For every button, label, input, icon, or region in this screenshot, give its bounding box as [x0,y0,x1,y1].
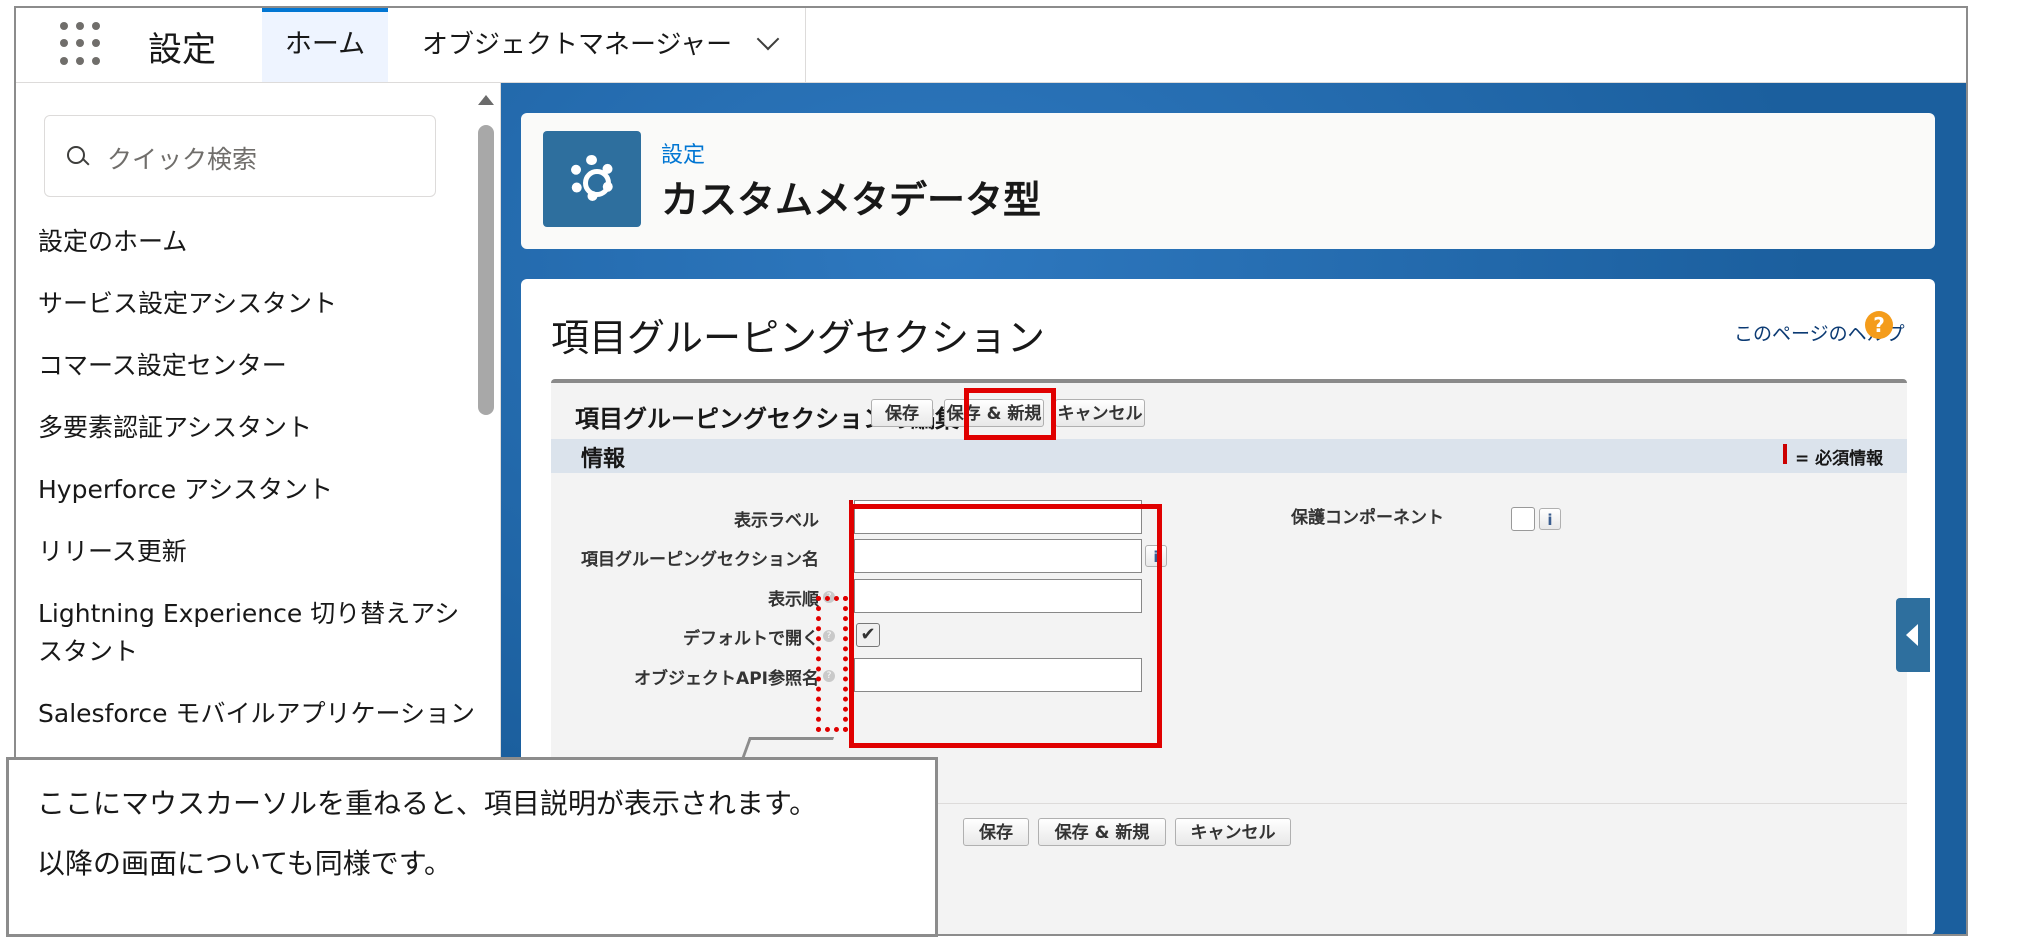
save-button-bottom[interactable]: 保存 [963,818,1029,846]
top-bar: 設定 ホーム オブジェクトマネージャー [16,8,1966,83]
collapse-panel-icon[interactable] [1896,598,1930,672]
sidebar-item-commerce-setup[interactable]: コマース設定センター [38,347,478,385]
tab-home[interactable]: ホーム [262,8,388,82]
protected-checkbox[interactable] [1511,507,1535,531]
sidebar-item-hyperforce[interactable]: Hyperforce アシスタント [38,471,478,509]
order-field-label: 表示順 [768,590,819,610]
chevron-down-icon[interactable] [756,27,780,51]
quick-search-input[interactable]: クイック検索 [44,115,436,197]
breadcrumb[interactable]: 設定 [661,137,705,169]
highlight-save-button [964,388,1056,440]
protected-field-label: 保護コンポーネント [1291,508,1444,528]
help-icon[interactable]: ? [1865,311,1893,339]
page-title: 項目グルーピングセクション [551,316,1046,360]
sidebar-nav: 設定のホーム サービス設定アシスタント コマース設定センター 多要素認証アシスタ… [38,223,478,757]
highlight-input-fields [849,504,1162,748]
section-title: 情報 [581,447,626,472]
sidebar-item-lightning-transition[interactable]: Lightning Experience 切り替えアシスタント [38,595,478,671]
section-header: 情報 = 必須情報 [551,439,1907,473]
sidebar-item-service-setup[interactable]: サービス設定アシスタント [38,285,478,323]
sidebar-item-release-updates[interactable]: リリース更新 [38,533,478,571]
highlight-hint-icons [816,596,848,732]
default-open-field-label: デフォルトで開く [683,629,819,649]
sidebar-scrollbar[interactable] [478,125,494,415]
cancel-button[interactable]: キャンセル [1055,399,1145,427]
scroll-up-arrow-icon[interactable] [478,95,494,105]
sidebar-item-salesforce-mobile[interactable]: Salesforce モバイルアプリケーション [38,695,478,733]
cancel-button-bottom[interactable]: キャンセル [1175,818,1291,846]
sidebar-item-setup-home[interactable]: 設定のホーム [38,223,478,261]
search-placeholder: クイック検索 [107,145,258,174]
required-legend: = 必須情報 [1795,449,1884,469]
search-icon [67,146,85,164]
callout-line-2: 以降の画面についても同様です。 [37,847,452,880]
callout-line-1: ここにマウスカーソルを重ねると、項目説明が表示されます。 [37,787,818,820]
sidebar-item-mfa-assistant[interactable]: 多要素認証アシスタント [38,409,478,447]
app-title: 設定 [148,30,216,70]
label-field-label: 表示ラベル [734,511,819,531]
header-title: カスタムメタデータ型 [661,178,1042,222]
required-mark [1783,444,1787,464]
name-field-label: 項目グルーピングセクション名 [581,550,819,570]
api-ref-field-label: オブジェクトAPI参照名 [634,669,819,689]
gear-icon [543,131,641,227]
tab-object-manager-label: オブジェクトマネージャー [422,30,733,60]
page-header: 設定 カスタムメタデータ型 [521,113,1935,249]
tab-object-manager[interactable]: オブジェクトマネージャー [388,8,806,82]
app-launcher-icon[interactable] [60,22,104,66]
info-icon[interactable]: i [1539,508,1561,530]
save-button[interactable]: 保存 [871,399,933,427]
save-new-button-bottom[interactable]: 保存 & 新規 [1038,818,1166,846]
annotation-callout: ここにマウスカーソルを重ねると、項目説明が表示されます。 以降の画面についても同… [6,757,938,937]
